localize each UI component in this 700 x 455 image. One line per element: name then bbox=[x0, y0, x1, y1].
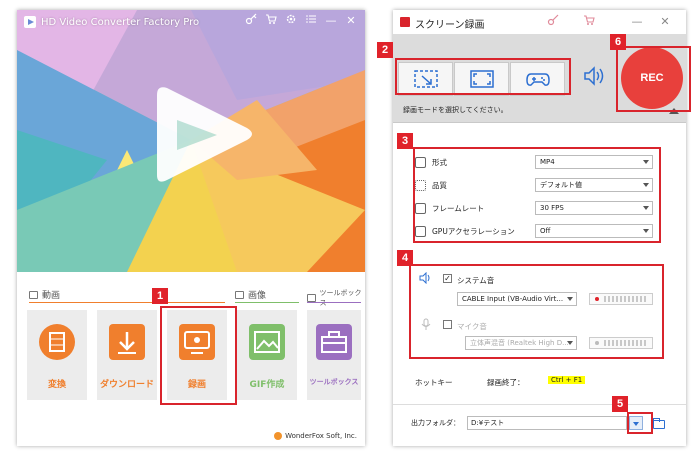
badge-3: 3 bbox=[397, 133, 413, 149]
list-icon[interactable] bbox=[303, 13, 319, 29]
cart-icon[interactable] bbox=[263, 13, 279, 29]
mode-instruction: 録画モードを選択してください。 bbox=[403, 106, 508, 114]
highlight-audio bbox=[409, 264, 664, 359]
highlight-options bbox=[413, 147, 661, 243]
badge-6: 6 bbox=[610, 34, 626, 50]
section-image: 画像 bbox=[235, 288, 266, 301]
badge-2: 2 bbox=[377, 42, 393, 58]
banner-graphic bbox=[17, 10, 365, 272]
app-logo-icon bbox=[24, 16, 36, 28]
speaker-icon bbox=[584, 66, 604, 86]
tile-gif-label: GIF作成 bbox=[249, 380, 285, 390]
tile-gif[interactable]: GIF作成 bbox=[237, 310, 297, 400]
output-folder-label: 出力フォルダ： bbox=[411, 419, 460, 427]
minimize-button[interactable]: — bbox=[323, 13, 339, 29]
close-button[interactable]: ✕ bbox=[657, 14, 673, 30]
film-icon bbox=[29, 290, 38, 299]
output-separator bbox=[393, 404, 686, 405]
output-folder-input[interactable]: D:¥テスト bbox=[467, 416, 627, 430]
footer-text: WonderFox Soft, Inc. bbox=[285, 432, 357, 440]
minimize-button[interactable]: — bbox=[629, 14, 645, 30]
tile-download[interactable]: ダウンロード bbox=[97, 310, 157, 400]
footer: WonderFox Soft, Inc. bbox=[274, 432, 357, 440]
right-titlebar: スクリーン録画 — ✕ bbox=[393, 10, 686, 34]
download-icon bbox=[109, 324, 145, 360]
folder-icon[interactable] bbox=[653, 418, 665, 429]
gif-image-icon bbox=[249, 324, 285, 360]
badge-5: 5 bbox=[612, 396, 628, 412]
section-toolbox: ツールボックス bbox=[307, 288, 365, 308]
tile-toolbox[interactable]: ツールボックス bbox=[307, 310, 361, 400]
hotkey-value[interactable]: Ctrl + F1 bbox=[548, 376, 586, 384]
gear-icon[interactable] bbox=[283, 13, 299, 29]
section-toolbox-line bbox=[307, 302, 361, 303]
wonderfox-logo-icon bbox=[274, 432, 283, 440]
highlight-rec bbox=[616, 46, 691, 112]
hotkey-end-label: 録画終了： bbox=[487, 378, 525, 387]
section-video: 動画 bbox=[29, 288, 60, 301]
recorder-logo-icon bbox=[400, 17, 410, 27]
badge-4: 4 bbox=[397, 250, 413, 266]
section-video-line bbox=[29, 302, 225, 303]
audio-only-button[interactable] bbox=[583, 64, 605, 88]
cart-icon[interactable] bbox=[581, 14, 597, 30]
toolbox-small-icon bbox=[307, 294, 316, 302]
left-window-controls: — ✕ bbox=[243, 13, 359, 29]
key-icon[interactable] bbox=[243, 13, 259, 29]
recorder-title: スクリーン録画 bbox=[415, 20, 485, 31]
section-image-line bbox=[235, 302, 299, 303]
tile-convert[interactable]: 変換 bbox=[27, 310, 87, 400]
tile-download-label: ダウンロード bbox=[99, 380, 154, 390]
toolbox-icon bbox=[316, 324, 352, 360]
image-icon bbox=[235, 290, 244, 299]
tile-toolbox-label: ツールボックス bbox=[309, 378, 359, 386]
tile-convert-label: 変換 bbox=[47, 380, 66, 390]
highlight-mode-buttons bbox=[395, 58, 571, 95]
section-image-label: 画像 bbox=[248, 291, 267, 301]
hotkey-label: ホットキー bbox=[415, 378, 453, 387]
close-button[interactable]: ✕ bbox=[343, 13, 359, 29]
convert-film-icon bbox=[39, 324, 75, 360]
app-title: HD Video Converter Factory Pro bbox=[41, 16, 200, 28]
key-icon[interactable] bbox=[545, 14, 561, 30]
section-toolbox-label: ツールボックス bbox=[319, 289, 362, 307]
highlight-output bbox=[627, 412, 653, 434]
badge-1: 1 bbox=[152, 288, 168, 304]
highlight-record-tile bbox=[160, 306, 237, 405]
section-video-label: 動画 bbox=[42, 291, 61, 301]
